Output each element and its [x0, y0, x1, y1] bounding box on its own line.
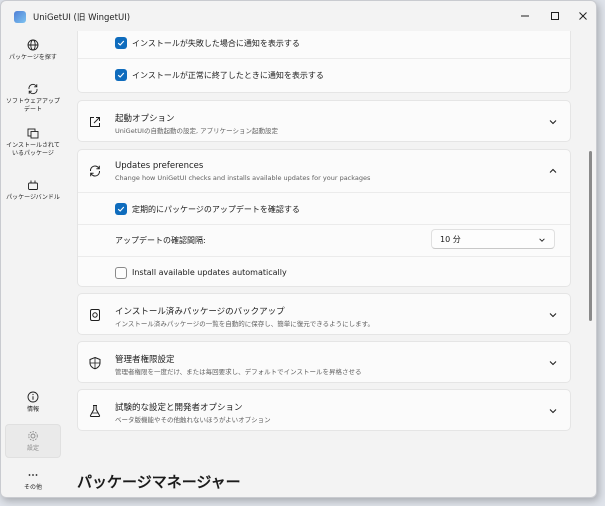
divider: [78, 58, 570, 59]
admin-settings-title: 管理者権限設定: [115, 355, 175, 365]
sidebar-item-label: パッケージを探す: [9, 54, 57, 61]
sidebar-item-label: 情報: [26, 406, 39, 413]
experimental-subtitle: ベータ版機能やその他触れないほうがよいオプション: [115, 416, 271, 424]
divider: [78, 256, 570, 257]
sidebar-item-label: 設定: [26, 445, 39, 452]
sidebar-item-updates[interactable]: ソフトウェアアップデート: [5, 83, 61, 114]
periodic-check-label: 定期的にパッケージのアップデートを確認する: [132, 205, 300, 214]
periodic-check-row[interactable]: 定期的にパッケージのアップデートを確認する: [78, 200, 570, 218]
app-logo-icon: [14, 11, 26, 23]
notifications-card: インストールが失敗した場合に通知を表示する インストールが正常に終了したときに通…: [77, 31, 571, 93]
sidebar-item-discover[interactable]: パッケージを探す: [5, 39, 61, 62]
backup-title: インストール済みパッケージのバックアップ: [115, 307, 285, 317]
notify-success-checkbox[interactable]: [115, 69, 127, 81]
check-interval-dropdown[interactable]: 10 分: [431, 229, 555, 249]
checkmark-icon: [117, 40, 125, 46]
external-launch-icon: [90, 117, 100, 127]
package-managers-heading: パッケージマネージャー: [77, 473, 241, 491]
chevron-up-icon: [549, 168, 557, 173]
auto-install-row[interactable]: Install available updates automatically: [78, 264, 570, 282]
startup-options-subtitle: UniGetUIの自動起動の設定, アプリケーション起動設定: [115, 127, 278, 135]
chevron-down-icon: [549, 409, 557, 414]
installed-packages-icon: [27, 128, 39, 139]
updates-preferences-card: Updates preferences Change how UniGetUI …: [77, 149, 571, 287]
admin-settings-card[interactable]: 管理者権限設定 管理者権限を一度だけ、または毎回要求し、デフォルトでインストール…: [77, 341, 571, 383]
sidebar-item-installed[interactable]: インストールされているパッケージ: [5, 127, 61, 158]
backup-card[interactable]: インストール済みパッケージのバックアップ インストール済みパッケージの一覧を自動…: [77, 293, 571, 335]
updates-preferences-header[interactable]: Updates preferences Change how UniGetUI …: [78, 150, 570, 192]
sidebar-item-label: インストールされているパッケージ: [6, 142, 60, 157]
minimize-button[interactable]: [511, 4, 539, 28]
check-interval-label: アップデートの確認間隔:: [115, 236, 206, 245]
updates-preferences-title: Updates preferences: [115, 161, 204, 171]
sidebar-item-label: パッケージバンドル: [6, 194, 60, 201]
sidebar: パッケージを探す ソフトウェアアップデート インストールされているパッケージ パ…: [1, 31, 67, 497]
checkmark-icon: [117, 72, 125, 78]
shield-icon: [89, 356, 101, 370]
flask-icon: [89, 405, 101, 417]
startup-options-card[interactable]: 起動オプション UniGetUIの自動起動の設定, アプリケーション起動設定: [77, 100, 571, 142]
window-title: UniGetUI (旧 WingetUI): [33, 13, 131, 23]
check-interval-row: アップデートの確認間隔: 10 分: [78, 226, 570, 252]
chevron-down-icon: [549, 361, 557, 366]
app-window: UniGetUI (旧 WingetUI) パッケージを探す ソフトウェアアップ…: [0, 0, 597, 498]
checkmark-icon: [117, 206, 125, 212]
sidebar-item-bundles[interactable]: パッケージバンドル: [5, 179, 61, 202]
refresh-icon: [89, 165, 101, 177]
info-icon: [27, 391, 39, 403]
notify-failure-row[interactable]: インストールが失敗した場合に通知を表示する: [78, 34, 570, 52]
updates-preferences-subtitle: Change how UniGetUI checks and installs …: [115, 174, 371, 182]
title-bar[interactable]: UniGetUI (旧 WingetUI): [1, 1, 596, 31]
vertical-scrollbar[interactable]: [589, 151, 592, 321]
globe-icon: [27, 39, 39, 51]
chevron-down-icon: [549, 313, 557, 318]
sidebar-item-more[interactable]: その他: [5, 469, 61, 492]
sidebar-item-label: その他: [23, 484, 42, 491]
bundle-icon: [28, 180, 38, 190]
gear-icon: [28, 431, 38, 441]
close-button[interactable]: [569, 4, 596, 28]
startup-options-title: 起動オプション: [115, 114, 175, 124]
more-icon: [28, 474, 38, 476]
backup-subtitle: インストール済みパッケージの一覧を自動的に保存し、簡単に復元できるようにします。: [115, 320, 374, 328]
check-interval-value: 10 分: [440, 235, 461, 244]
periodic-check-checkbox[interactable]: [115, 203, 127, 215]
notify-failure-checkbox[interactable]: [115, 37, 127, 49]
admin-settings-subtitle: 管理者権限を一度だけ、または毎回要求し、デフォルトでインストールを昇格させる: [115, 368, 362, 376]
sidebar-item-label: ソフトウェアアップデート: [5, 98, 60, 113]
backup-drive-icon: [90, 309, 100, 321]
experimental-card[interactable]: 試験的な設定と開発者オプション ベータ版機能やその他触れないほうがよいオプション: [77, 389, 571, 431]
sidebar-item-about[interactable]: 情報: [5, 391, 61, 414]
divider: [78, 224, 570, 225]
notify-success-row[interactable]: インストールが正常に終了したときに通知を表示する: [78, 66, 570, 84]
auto-install-label: Install available updates automatically: [132, 268, 287, 277]
chevron-down-icon: [539, 238, 545, 242]
auto-install-checkbox[interactable]: [115, 267, 127, 279]
chevron-down-icon: [549, 120, 557, 125]
notify-success-label: インストールが正常に終了したときに通知を表示する: [132, 71, 324, 80]
maximize-button[interactable]: [541, 4, 569, 28]
settings-content: インストールが失敗した場合に通知を表示する インストールが正常に終了したときに通…: [67, 31, 589, 497]
experimental-title: 試験的な設定と開発者オプション: [115, 403, 243, 413]
notify-failure-label: インストールが失敗した場合に通知を表示する: [132, 39, 300, 48]
refresh-icon: [28, 83, 38, 95]
sidebar-item-settings[interactable]: 設定: [5, 424, 61, 458]
divider: [78, 192, 570, 193]
